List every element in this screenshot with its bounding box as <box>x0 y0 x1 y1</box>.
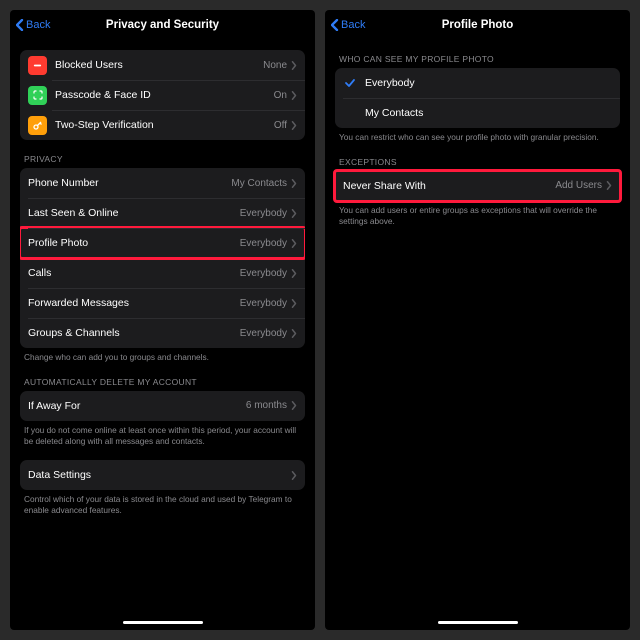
groups-row[interactable]: Groups & Channels Everybody <box>20 318 305 348</box>
chevron-left-icon <box>16 19 24 31</box>
data-settings-footer: Control which of your data is stored in … <box>24 494 301 516</box>
page-title: Profile Photo <box>442 19 514 31</box>
privacy-group: Phone Number My Contacts Last Seen & Onl… <box>20 168 305 348</box>
row-label: Never Share With <box>343 180 555 192</box>
blocked-users-row[interactable]: Blocked Users None <box>20 50 305 80</box>
privacy-header: PRIVACY <box>24 154 301 164</box>
passcode-row[interactable]: Passcode & Face ID On <box>20 80 305 110</box>
back-label: Back <box>26 19 50 31</box>
exceptions-group: Never Share With Add Users <box>335 171 620 201</box>
row-label: Phone Number <box>28 177 231 189</box>
row-value: Everybody <box>240 328 287 339</box>
chevron-right-icon <box>291 299 297 308</box>
row-value: Add Users <box>555 180 602 191</box>
chevron-right-icon <box>291 269 297 278</box>
check-icon <box>343 77 357 89</box>
row-label: My Contacts <box>365 107 612 119</box>
chevron-right-icon <box>291 91 297 100</box>
row-label: Everybody <box>365 77 612 89</box>
chevron-left-icon <box>331 19 339 31</box>
data-settings-group: Data Settings <box>20 460 305 490</box>
row-label: Two-Step Verification <box>55 119 274 131</box>
option-everybody[interactable]: Everybody <box>335 68 620 98</box>
content: WHO CAN SEE MY PROFILE PHOTO Everybody M… <box>325 40 630 614</box>
data-settings-row[interactable]: Data Settings <box>20 460 305 490</box>
chevron-right-icon <box>291 209 297 218</box>
chevron-right-icon <box>291 61 297 70</box>
who-group: Everybody My Contacts <box>335 68 620 128</box>
option-my-contacts[interactable]: My Contacts <box>335 98 620 128</box>
chevron-right-icon <box>606 181 612 190</box>
row-label: Blocked Users <box>55 59 263 71</box>
row-label: Data Settings <box>28 469 291 481</box>
privacy-footer: Change who can add you to groups and cha… <box>24 352 301 363</box>
calls-row[interactable]: Calls Everybody <box>20 258 305 288</box>
home-indicator <box>325 614 630 630</box>
chevron-right-icon <box>291 239 297 248</box>
row-value: On <box>274 90 287 101</box>
two-step-row[interactable]: Two-Step Verification Off <box>20 110 305 140</box>
home-indicator <box>10 614 315 630</box>
never-share-row[interactable]: Never Share With Add Users <box>335 171 620 201</box>
auto-delete-header: AUTOMATICALLY DELETE MY ACCOUNT <box>24 377 301 387</box>
nav-bar: Back Profile Photo <box>325 10 630 40</box>
row-label: Groups & Channels <box>28 327 240 339</box>
row-value: My Contacts <box>231 178 287 189</box>
back-button[interactable]: Back <box>331 19 365 31</box>
row-value: Off <box>274 120 287 131</box>
chevron-right-icon <box>291 401 297 410</box>
chevron-right-icon <box>291 471 297 480</box>
top-group: Blocked Users None Passcode & Face ID On… <box>20 50 305 140</box>
left-screen: Back Privacy and Security Blocked Users … <box>10 10 315 630</box>
row-value: Everybody <box>240 238 287 249</box>
exceptions-header: EXCEPTIONS <box>339 157 616 167</box>
auto-delete-group: If Away For 6 months <box>20 391 305 421</box>
row-value: Everybody <box>240 298 287 309</box>
row-value: Everybody <box>240 268 287 279</box>
content: Blocked Users None Passcode & Face ID On… <box>10 40 315 614</box>
chevron-right-icon <box>291 179 297 188</box>
if-away-row[interactable]: If Away For 6 months <box>20 391 305 421</box>
blocked-icon <box>28 56 47 75</box>
page-title: Privacy and Security <box>106 19 219 31</box>
chevron-right-icon <box>291 121 297 130</box>
row-label: Passcode & Face ID <box>55 89 274 101</box>
row-label: If Away For <box>28 400 246 412</box>
row-value: None <box>263 60 287 71</box>
auto-delete-footer: If you do not come online at least once … <box>24 425 301 447</box>
last-seen-row[interactable]: Last Seen & Online Everybody <box>20 198 305 228</box>
faceid-icon <box>28 86 47 105</box>
row-label: Profile Photo <box>28 237 240 249</box>
key-icon <box>28 116 47 135</box>
row-value: Everybody <box>240 208 287 219</box>
back-label: Back <box>341 19 365 31</box>
chevron-right-icon <box>291 329 297 338</box>
back-button[interactable]: Back <box>16 19 50 31</box>
forwarded-row[interactable]: Forwarded Messages Everybody <box>20 288 305 318</box>
right-screen: Back Profile Photo WHO CAN SEE MY PROFIL… <box>325 10 630 630</box>
nav-bar: Back Privacy and Security <box>10 10 315 40</box>
who-header: WHO CAN SEE MY PROFILE PHOTO <box>339 54 616 64</box>
phone-number-row[interactable]: Phone Number My Contacts <box>20 168 305 198</box>
profile-photo-row[interactable]: Profile Photo Everybody <box>20 228 305 258</box>
exceptions-footer: You can add users or entire groups as ex… <box>339 205 616 227</box>
who-footer: You can restrict who can see your profil… <box>339 132 616 143</box>
row-value: 6 months <box>246 400 287 411</box>
row-label: Last Seen & Online <box>28 207 240 219</box>
row-label: Calls <box>28 267 240 279</box>
row-label: Forwarded Messages <box>28 297 240 309</box>
